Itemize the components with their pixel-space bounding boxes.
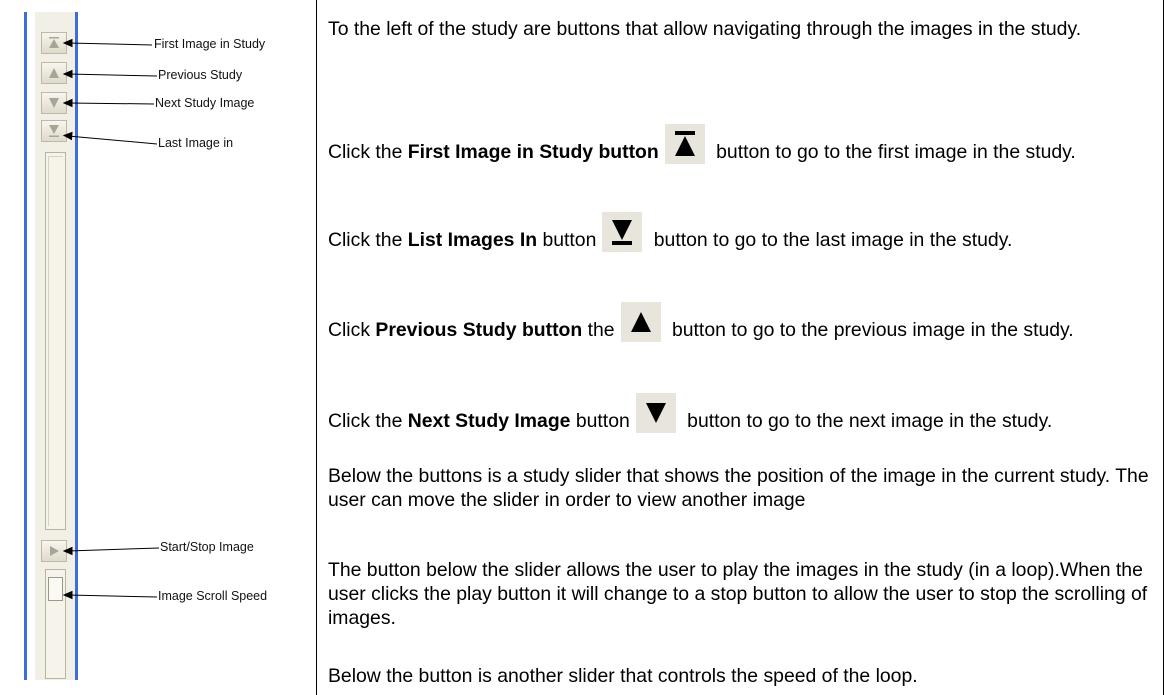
help-table: First Image in Study Previous Study Next… [12, 0, 1164, 695]
next-icon [635, 393, 676, 433]
play-paragraph: The button below the slider allows the u… [328, 559, 1148, 629]
text: the [582, 319, 615, 341]
text: button to go to the previous image in th… [666, 319, 1074, 341]
bold-label: List Images In [407, 229, 538, 251]
callout-previous: Previous Study [158, 68, 243, 82]
callout-last: Last Image in [158, 136, 234, 150]
last-image-icon [602, 212, 643, 252]
first-image-icon [664, 124, 705, 164]
callout-first-image: First Image in Study [154, 37, 266, 51]
first-image-paragraph: Click the First Image in Study button bu… [328, 124, 1154, 164]
bold-label: Next Study Image [407, 410, 571, 432]
speed-paragraph: Below the button is another slider that … [328, 665, 918, 687]
text: button to go to the last image in the st… [648, 229, 1013, 251]
last-image-paragraph: Click the List Images In button button t… [328, 212, 1154, 252]
scroll-control-screenshot: First Image in Study Previous Study Next… [12, 0, 317, 695]
text: Click the [328, 229, 408, 251]
description-cell: To the left of the study are buttons tha… [328, 0, 1158, 695]
callout-next: Next Study Image [155, 96, 255, 110]
previous-paragraph: Click Previous Study button the button t… [328, 302, 1154, 342]
callout-speed: Image Scroll Speed [158, 589, 268, 603]
previous-icon [620, 302, 661, 342]
bold-label: First Image in Study button [407, 141, 659, 163]
text: button [537, 229, 597, 251]
text: Click [328, 319, 376, 341]
text: button to go to the next image in the st… [681, 410, 1053, 432]
intro-paragraph: To the left of the study are buttons tha… [328, 18, 1082, 40]
bold-label: Previous Study button [375, 319, 583, 341]
callout-play: Start/Stop Image [160, 540, 254, 554]
slider-paragraph: Below the buttons is a study slider that… [328, 465, 1149, 511]
text: button to go to the first image in the s… [710, 141, 1076, 163]
text: button [570, 410, 630, 432]
next-paragraph: Click the Next Study Image button button… [328, 393, 1154, 433]
text: Click the [328, 141, 408, 163]
text: Click the [328, 410, 408, 432]
